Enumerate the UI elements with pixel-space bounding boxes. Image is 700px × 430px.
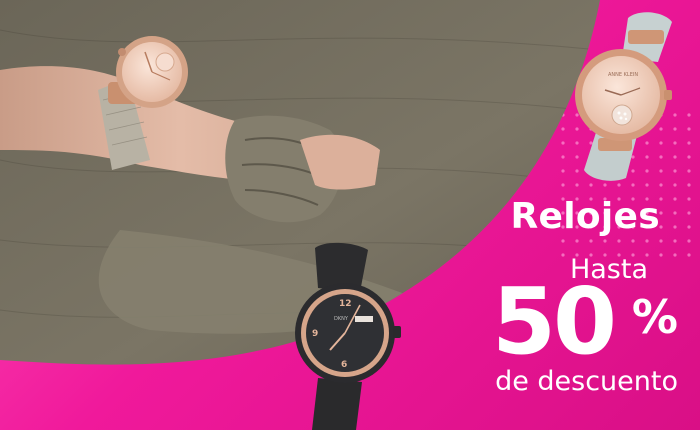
discount-value: 50 xyxy=(491,268,617,375)
category-title: Relojes xyxy=(510,196,660,237)
svg-text:12: 12 xyxy=(339,299,352,309)
percent-symbol: % xyxy=(631,290,678,344)
discount-suffix: de descuento xyxy=(495,366,678,397)
svg-text:6: 6 xyxy=(341,360,347,370)
svg-text:ANNE KLEIN: ANNE KLEIN xyxy=(608,72,638,78)
svg-text:DKNY: DKNY xyxy=(334,316,349,322)
svg-text:9: 9 xyxy=(312,329,318,339)
promo-banner[interactable]: ANNE KLEIN 12 6 9 DKNY Relojes Hasta 50 … xyxy=(0,0,700,430)
